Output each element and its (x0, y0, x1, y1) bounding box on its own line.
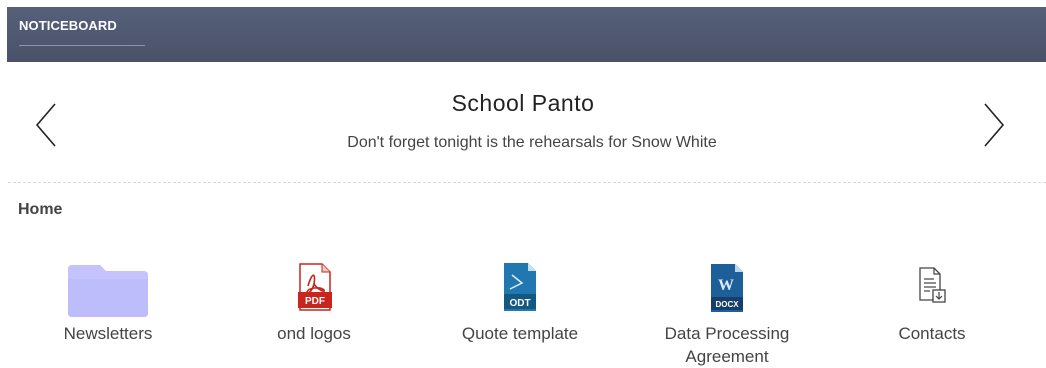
word-logo: W (718, 277, 734, 294)
next-arrow-icon[interactable] (982, 102, 1006, 148)
document-icon (919, 267, 946, 303)
file-item-data-processing-agreement[interactable]: W DOCX Data Processing Agreement (627, 258, 827, 368)
folder-icon (68, 265, 148, 317)
odt-badge: ODT (509, 298, 530, 309)
header-title: NOTICEBOARD (19, 18, 117, 33)
file-name: ond logos (277, 324, 351, 343)
file-name: Contacts (898, 324, 966, 343)
breadcrumb-home[interactable]: Home (18, 201, 62, 219)
file-name: Newsletters (63, 324, 153, 343)
pdf-icon: PDF (298, 263, 332, 311)
notice-body: Don't forget tonight is the rehearsals f… (347, 134, 717, 151)
file-name: Quote template (461, 324, 579, 343)
section-divider (8, 182, 1046, 183)
file-item-newsletters[interactable]: Newsletters (8, 258, 208, 345)
docx-icon: W DOCX (711, 264, 743, 312)
file-item-ond-logos[interactable]: PDF ond logos (214, 258, 414, 345)
file-name: Data Processing Agreement (664, 324, 790, 366)
noticeboard-header: NOTICEBOARD (7, 7, 1046, 62)
file-item-contacts[interactable]: Contacts (832, 258, 1032, 345)
notice-title: School Panto (451, 90, 595, 116)
file-item-quote-template[interactable]: ODT Quote template (420, 258, 620, 345)
odt-icon: ODT (504, 263, 536, 311)
docx-badge: DOCX (715, 300, 739, 309)
header-underline (19, 45, 145, 46)
pdf-badge: PDF (305, 296, 325, 307)
